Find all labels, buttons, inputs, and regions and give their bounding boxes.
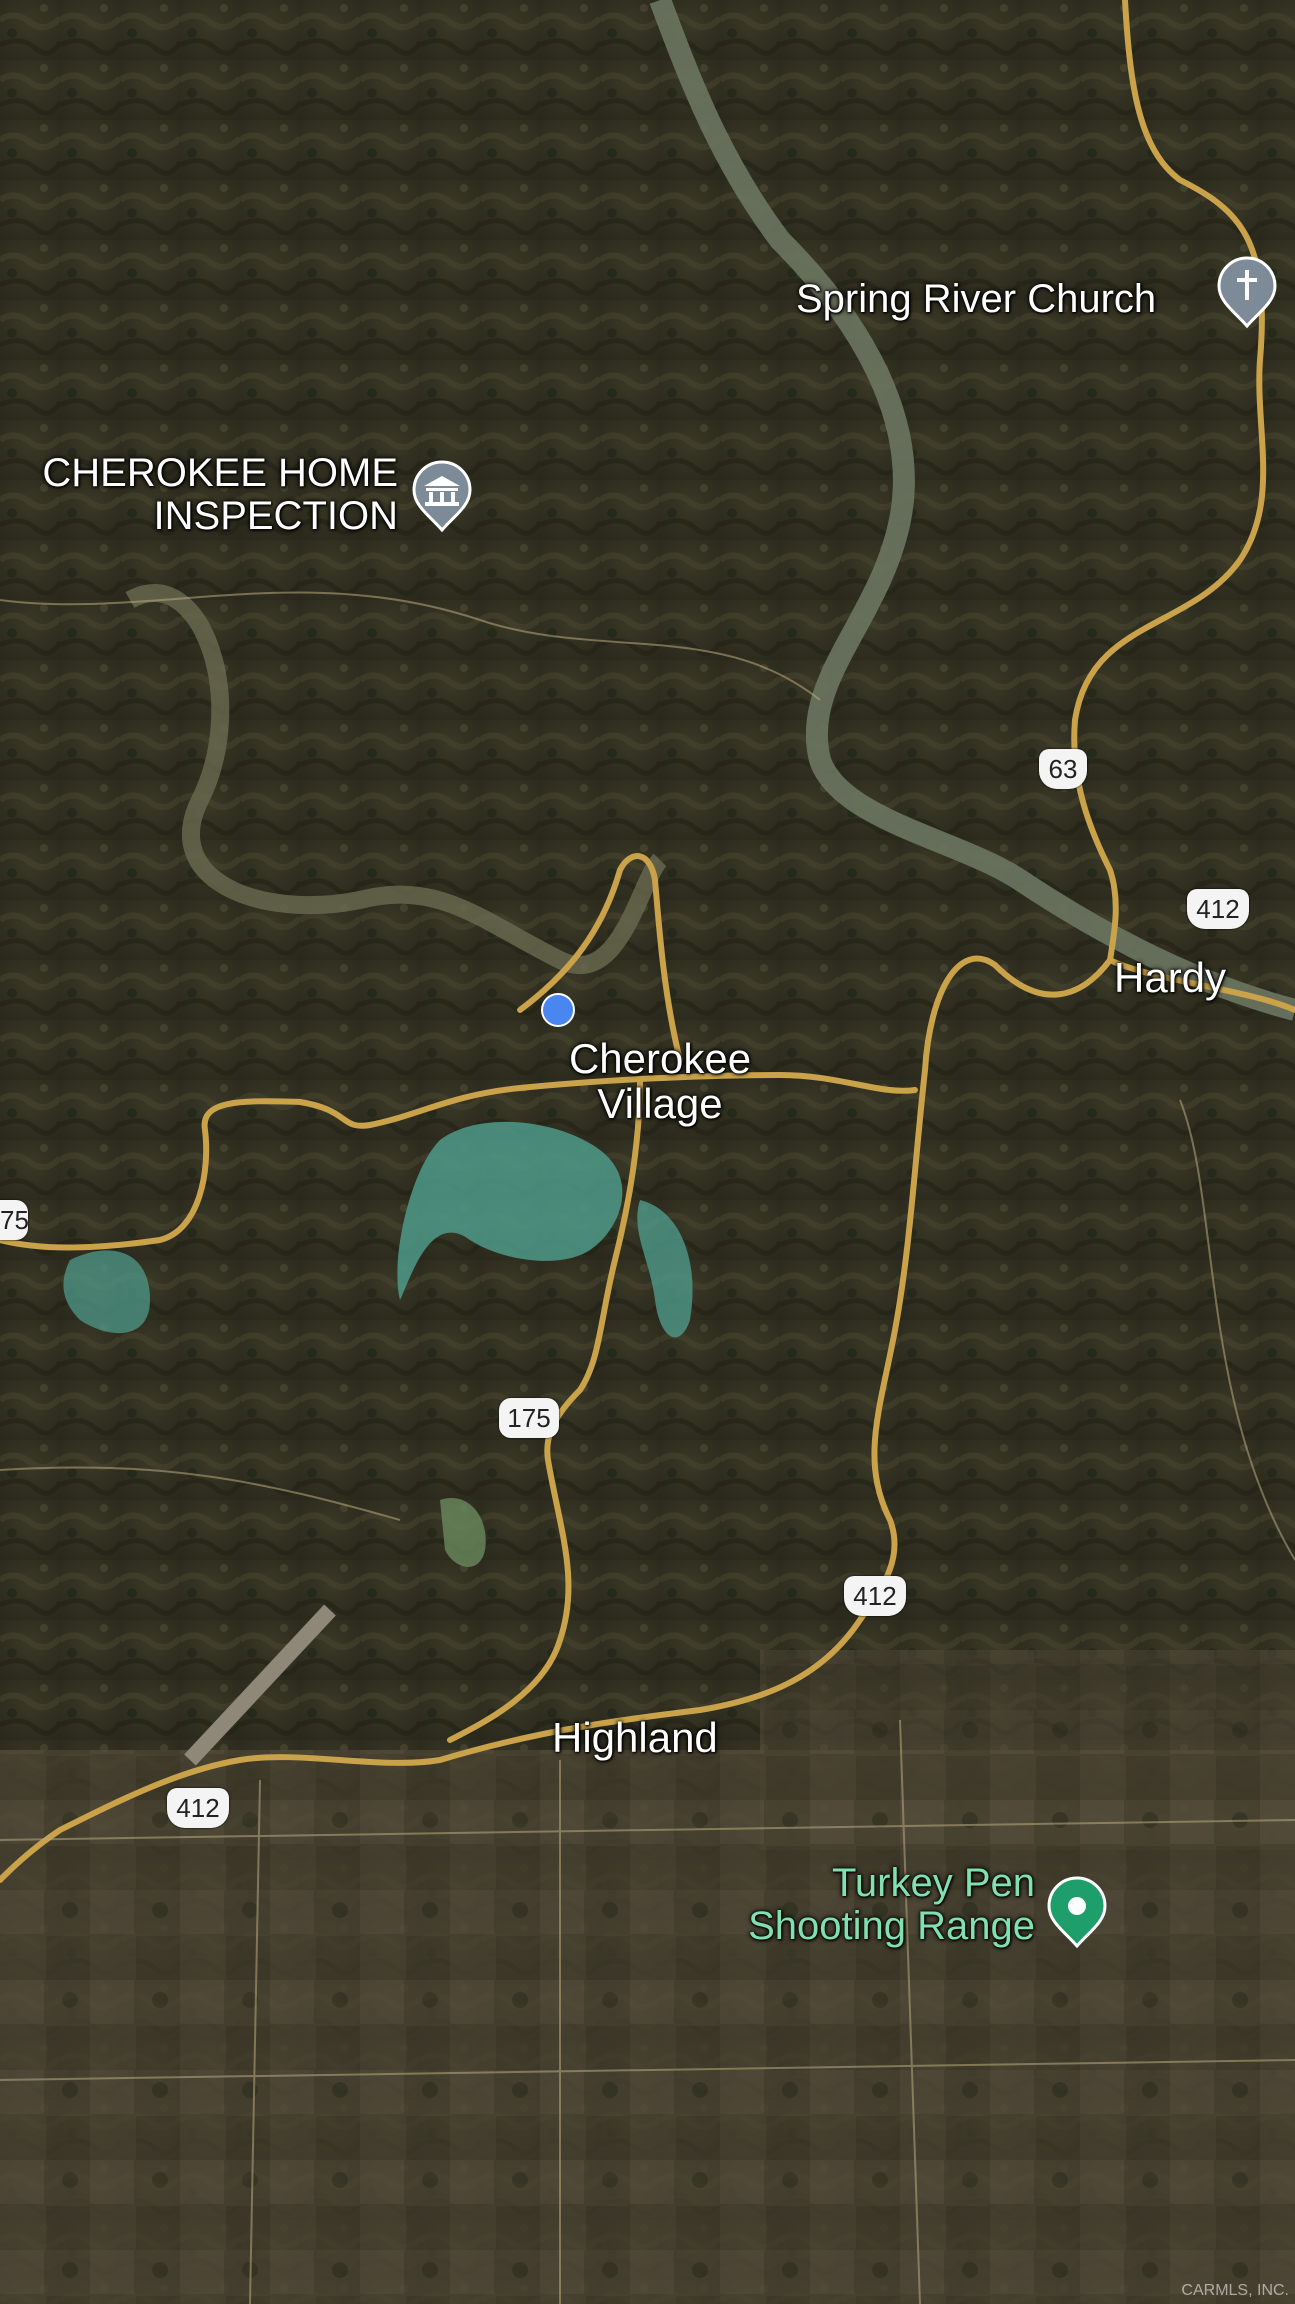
shooting-range-pin-icon[interactable] [1045, 1876, 1109, 1950]
farmland-area-east [760, 1650, 1295, 1850]
hardy-label[interactable]: Hardy [1114, 955, 1226, 1001]
turkey-pen-label-line1: Turkey Pen [831, 1861, 1035, 1905]
ar175-shield: 175 [499, 1398, 559, 1438]
us412-shield-hardy: 412 [1187, 889, 1249, 929]
us412-shield-south: 412 [844, 1576, 906, 1616]
spring-river-church-label[interactable]: Spring River Church [796, 277, 1156, 321]
home-inspection-label-line1: CHEROKEE HOME [42, 451, 398, 495]
us412-shield-west: 412 [167, 1788, 229, 1828]
turkey-pen-label-line2: Shooting Range [748, 1904, 1035, 1949]
us63-shield: 63 [1039, 749, 1087, 789]
church-pin-icon[interactable] [1215, 256, 1279, 330]
current-location-dot [541, 993, 575, 1027]
turkey-pen-label[interactable]: Turkey Pen Shooting Range [680, 1861, 1035, 1949]
cherokee-village-label-line2: Village [597, 1080, 723, 1128]
satellite-map[interactable] [0, 0, 1295, 2304]
home-inspection-pin-icon[interactable] [410, 460, 474, 534]
highland-label[interactable]: Highland [552, 1715, 718, 1761]
home-inspection-label[interactable]: CHEROKEE HOME INSPECTION [20, 451, 398, 539]
ar175-shield-edge: 75 [0, 1200, 29, 1240]
cherokee-village-label[interactable]: Cherokee Village [540, 1036, 780, 1127]
home-inspection-label-line2: INSPECTION [153, 494, 398, 539]
cherokee-village-label-line1: Cherokee [568, 1035, 752, 1082]
watermark: CARMLS, INC. [1181, 2282, 1289, 2299]
